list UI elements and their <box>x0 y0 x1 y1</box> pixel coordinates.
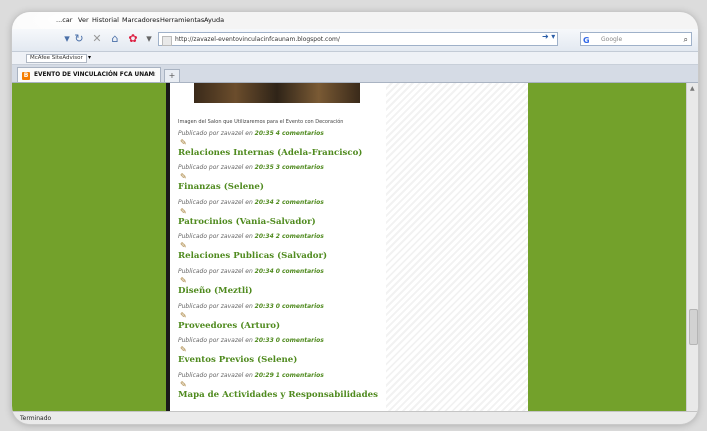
menu-item[interactable]: Ayuda <box>204 16 224 24</box>
comments-link[interactable]: 0 comentarios <box>276 303 324 310</box>
salon-photo <box>194 83 360 103</box>
post-time-link[interactable]: 20:35 <box>255 130 274 137</box>
post-entry: Publicado por zavazel en 20:34 0 comenta… <box>178 268 324 296</box>
search-box[interactable]: G Google ⌕ <box>580 32 692 46</box>
post-meta: Publicado por zavazel en 20:33 0 comenta… <box>178 303 324 310</box>
meta-prefix: Publicado por zavazel en <box>178 337 253 344</box>
post-entry: Publicado por zavazel en 20:34 2 comenta… <box>178 233 327 261</box>
post-entry: Publicado por zavazel en 20:35 3 comenta… <box>178 164 324 192</box>
home-icon[interactable]: ⌂ <box>108 32 122 46</box>
post-entry: Publicado por zavazel en 20:33 0 comenta… <box>178 337 324 365</box>
menu-item[interactable]: Historial <box>92 16 119 24</box>
post-entry: Publicado por zavazel en 20:35 4 comenta… <box>178 130 362 158</box>
post-time-link[interactable]: 20:34 <box>255 268 274 275</box>
scroll-up-icon[interactable]: ▲ <box>690 85 695 92</box>
menu-item[interactable]: ...car <box>56 16 72 24</box>
post-title[interactable]: Finanzas (Selene) <box>178 182 324 192</box>
meta-prefix: Publicado por zavazel en <box>178 164 253 171</box>
post-meta: Publicado por zavazel en 20:34 0 comenta… <box>178 268 324 275</box>
search-icon[interactable]: ⌕ <box>684 33 688 47</box>
scrollbar-thumb[interactable] <box>689 309 698 345</box>
post-entry: Publicado por zavazel en 20:29 1 comenta… <box>178 372 378 400</box>
post-time-link[interactable]: 20:29 <box>255 372 274 379</box>
blog-sidebar <box>386 83 528 411</box>
edit-pencil-icon[interactable]: ✎ <box>180 311 189 320</box>
url-bar[interactable]: http://zavazel-eventovinculacinfcaunam.b… <box>158 32 558 46</box>
meta-prefix: Publicado por zavazel en <box>178 372 253 379</box>
blog-content-column: Imagen del Salon que Utilizaremos para e… <box>166 83 528 411</box>
photo-caption: Imagen del Salon que Utilizaremos para e… <box>178 119 344 125</box>
menu-item[interactable]: Ver <box>78 16 89 24</box>
mcafee-dropdown-icon[interactable]: ▾ <box>88 54 91 61</box>
stop-icon[interactable]: ✕ <box>90 32 104 46</box>
tab-blog[interactable]: B EVENTO DE VINCULACIÓN FCA UNAM × <box>17 67 161 82</box>
comments-link[interactable]: 2 comentarios <box>276 233 324 240</box>
comments-link[interactable]: 0 comentarios <box>276 337 324 344</box>
comments-link[interactable]: 0 comentarios <box>276 268 324 275</box>
comments-link[interactable]: 1 comentarios <box>276 372 324 379</box>
edit-pencil-icon[interactable]: ✎ <box>180 138 189 147</box>
edit-pencil-icon[interactable]: ✎ <box>180 345 189 354</box>
edit-pencil-icon[interactable]: ✎ <box>180 241 189 250</box>
post-meta: Publicado por zavazel en 20:33 0 comenta… <box>178 337 324 344</box>
post-entry: Publicado por zavazel en 20:34 2 comenta… <box>178 199 324 227</box>
go-arrow-icon[interactable]: ➜ ▾ <box>542 32 555 41</box>
edit-pencil-icon[interactable]: ✎ <box>180 380 189 389</box>
comments-link[interactable]: 2 comentarios <box>276 199 324 206</box>
status-text: Terminado <box>20 415 52 422</box>
comments-link[interactable]: 4 comentarios <box>276 130 324 137</box>
post-meta: Publicado por zavazel en 20:34 2 comenta… <box>178 233 327 240</box>
post-meta: Publicado por zavazel en 20:29 1 comenta… <box>178 372 378 379</box>
mcafee-siteadvisor-button[interactable]: McAfee SiteAdvisor <box>26 54 87 63</box>
url-text: http://zavazel-eventovinculacinfcaunam.b… <box>175 36 340 43</box>
reload-icon[interactable]: ↻ <box>72 32 86 46</box>
post-meta: Publicado por zavazel en 20:35 4 comenta… <box>178 130 362 137</box>
post-title[interactable]: Mapa de Actividades y Responsabilidades <box>178 390 378 400</box>
edit-pencil-icon[interactable]: ✎ <box>180 207 189 216</box>
post-time-link[interactable]: 20:33 <box>255 303 274 310</box>
post-title[interactable]: Patrocinios (Vania-Salvador) <box>178 217 324 227</box>
status-bar: Terminado <box>12 411 698 424</box>
menu-bar: ...car Ver Historial Marcadores Herramie… <box>12 12 698 28</box>
google-icon[interactable]: G <box>583 34 590 48</box>
post-time-link[interactable]: 20:34 <box>255 199 274 206</box>
post-meta: Publicado por zavazel en 20:35 3 comenta… <box>178 164 324 171</box>
addon-dropdown-icon[interactable]: ▾ <box>142 32 156 46</box>
post-entry: Publicado por zavazel en 20:33 0 comenta… <box>178 303 324 331</box>
meta-prefix: Publicado por zavazel en <box>178 199 253 206</box>
comments-link[interactable]: 3 comentarios <box>276 164 324 171</box>
post-title[interactable]: Eventos Previos (Selene) <box>178 355 324 365</box>
post-title[interactable]: Relaciones Publicas (Salvador) <box>178 251 327 261</box>
post-title[interactable]: Relaciones Internas (Adela-Francisco) <box>178 148 362 158</box>
vertical-scrollbar[interactable]: ▲ <box>686 83 698 411</box>
addon-toolbar: McAfee SiteAdvisor ▾ <box>12 52 698 65</box>
navigation-toolbar: ▾ ↻ ✕ ⌂ ✿ ▾ http://zavazel-eventovincula… <box>12 29 698 52</box>
menu-item[interactable]: Marcadores <box>122 16 160 24</box>
close-tab-icon[interactable]: × <box>151 68 156 83</box>
meta-prefix: Publicado por zavazel en <box>178 303 253 310</box>
post-meta: Publicado por zavazel en 20:34 2 comenta… <box>178 199 324 206</box>
post-time-link[interactable]: 20:35 <box>255 164 274 171</box>
tab-bar: B EVENTO DE VINCULACIÓN FCA UNAM × + <box>12 65 698 83</box>
post-time-link[interactable]: 20:34 <box>255 233 274 240</box>
blogger-icon: B <box>22 72 30 80</box>
meta-prefix: Publicado por zavazel en <box>178 233 253 240</box>
menu-item[interactable]: Herramientas <box>160 16 204 24</box>
addon-icon[interactable]: ✿ <box>126 32 140 46</box>
edit-pencil-icon[interactable]: ✎ <box>180 172 189 181</box>
page-favicon <box>162 36 172 46</box>
meta-prefix: Publicado por zavazel en <box>178 130 253 137</box>
edit-pencil-icon[interactable]: ✎ <box>180 276 189 285</box>
page-viewport: Imagen del Salon que Utilizaremos para e… <box>12 83 686 411</box>
meta-prefix: Publicado por zavazel en <box>178 268 253 275</box>
new-tab-button[interactable]: + <box>164 69 180 83</box>
post-title[interactable]: Proveedores (Arturo) <box>178 321 324 331</box>
post-time-link[interactable]: 20:33 <box>255 337 274 344</box>
post-title[interactable]: Diseño (Meztli) <box>178 286 324 296</box>
tab-title: EVENTO DE VINCULACIÓN FCA UNAM <box>34 72 155 78</box>
browser-window: ...car Ver Historial Marcadores Herramie… <box>12 12 698 424</box>
search-placeholder: Google <box>601 36 623 43</box>
